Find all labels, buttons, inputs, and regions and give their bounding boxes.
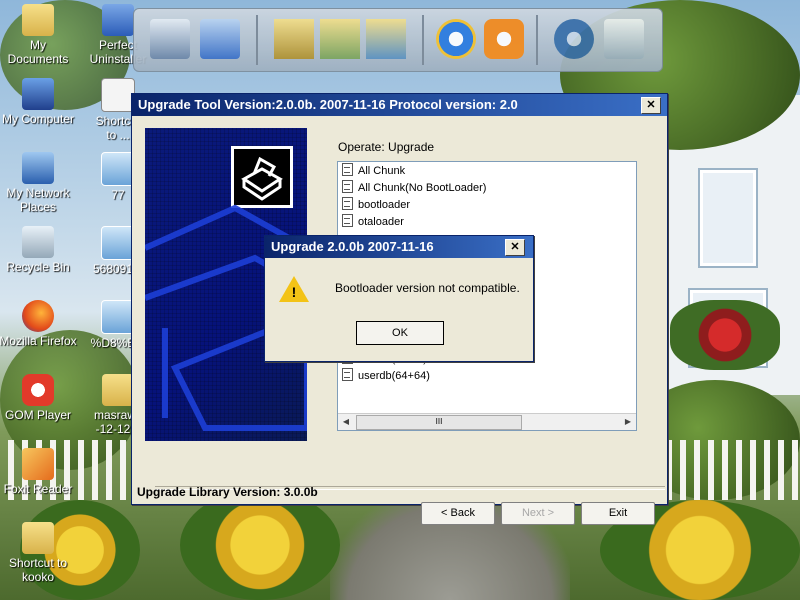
- settings-icon[interactable]: [554, 19, 594, 59]
- document-icon: [342, 197, 353, 210]
- firefox-icon: [22, 300, 54, 332]
- ok-button[interactable]: OK: [356, 321, 444, 345]
- list-item[interactable]: otaloader: [342, 214, 404, 230]
- folder-icon: [22, 522, 54, 554]
- close-button[interactable]: ✕: [641, 97, 661, 114]
- dialog-title: Upgrade 2.0.0b 2007-11-16: [271, 239, 434, 254]
- folder-icon: [22, 4, 54, 36]
- desktop-icon-foxit[interactable]: Foxit Reader: [0, 448, 78, 496]
- list-item[interactable]: userdb(64+64): [342, 368, 430, 384]
- scroll-right-arrow-icon[interactable]: ▶: [620, 414, 636, 430]
- top-dock: [133, 8, 663, 72]
- exit-button[interactable]: Exit: [581, 502, 655, 525]
- error-dialog: Upgrade 2.0.0b 2007-11-16 ✕ ! Bootloader…: [264, 235, 534, 362]
- recycle-bin-icon: [22, 226, 54, 258]
- desktop-icon-gom-player[interactable]: GOM Player: [0, 374, 78, 422]
- internet-explorer-icon[interactable]: [436, 19, 476, 59]
- desktop-icon-my-computer[interactable]: My Computer: [0, 78, 78, 126]
- image-icon: [101, 226, 135, 260]
- pictures-icon[interactable]: [320, 19, 360, 59]
- document-icon: [342, 214, 353, 227]
- next-button[interactable]: Next >: [501, 502, 575, 525]
- red-flowers: [670, 300, 780, 370]
- window-titlebar[interactable]: Upgrade Tool Version:2.0.0b. 2007-11-16 …: [132, 94, 667, 116]
- house-window: [700, 170, 756, 266]
- scrollbar-thumb[interactable]: III: [356, 415, 522, 430]
- dock-separator: [422, 15, 424, 65]
- computer-icon[interactable]: [150, 19, 190, 59]
- desktop-icon-my-documents[interactable]: My Documents: [0, 4, 78, 66]
- network-icon: [22, 152, 54, 184]
- desktop-icon-my-network[interactable]: My Network Places: [0, 152, 78, 214]
- list-item[interactable]: All Chunk(No BootLoader): [342, 180, 486, 196]
- list-item[interactable]: bootloader: [342, 197, 410, 213]
- desktop-icon-firefox[interactable]: Mozilla Firefox: [0, 300, 78, 348]
- dock-separator: [536, 15, 538, 65]
- document-icon: [342, 163, 353, 176]
- yellow-flowers: [180, 490, 340, 600]
- document-icon: [342, 368, 353, 381]
- gom-player-icon: [22, 374, 54, 406]
- desktop-icon-kooko[interactable]: Shortcut to kooko: [0, 522, 78, 584]
- back-button[interactable]: < Back: [421, 502, 495, 525]
- music-icon[interactable]: [366, 19, 406, 59]
- window-title: Upgrade Tool Version:2.0.0b. 2007-11-16 …: [138, 97, 518, 112]
- foxit-reader-icon: [22, 448, 54, 480]
- warning-exclamation: !: [291, 284, 297, 300]
- dialog-message: Bootloader version not compatible.: [335, 281, 520, 295]
- operate-label: Operate: Upgrade: [338, 140, 435, 154]
- dialog-close-button[interactable]: ✕: [505, 239, 525, 256]
- dialog-titlebar[interactable]: Upgrade 2.0.0b 2007-11-16 ✕: [265, 236, 533, 258]
- computer-icon: [22, 78, 54, 110]
- uninstaller-icon: [102, 4, 134, 36]
- desktop-icon-recycle-bin[interactable]: Recycle Bin: [0, 226, 78, 274]
- folder-icon: [102, 374, 134, 406]
- horizontal-scrollbar[interactable]: ◀ III ▶: [338, 413, 636, 430]
- recycle-bin-icon[interactable]: [604, 19, 644, 59]
- media-player-icon[interactable]: [484, 19, 524, 59]
- network-icon[interactable]: [200, 19, 240, 59]
- dock-separator: [256, 15, 258, 65]
- library-version-status: Upgrade Library Version: 3.0.0b: [137, 485, 318, 499]
- scroll-left-arrow-icon[interactable]: ◀: [338, 414, 354, 430]
- document-icon: [342, 180, 353, 193]
- shortcut-icon: [101, 78, 135, 112]
- image-icon: [101, 300, 135, 334]
- image-icon: [101, 152, 135, 186]
- list-item[interactable]: All Chunk: [342, 163, 405, 179]
- documents-icon[interactable]: [274, 19, 314, 59]
